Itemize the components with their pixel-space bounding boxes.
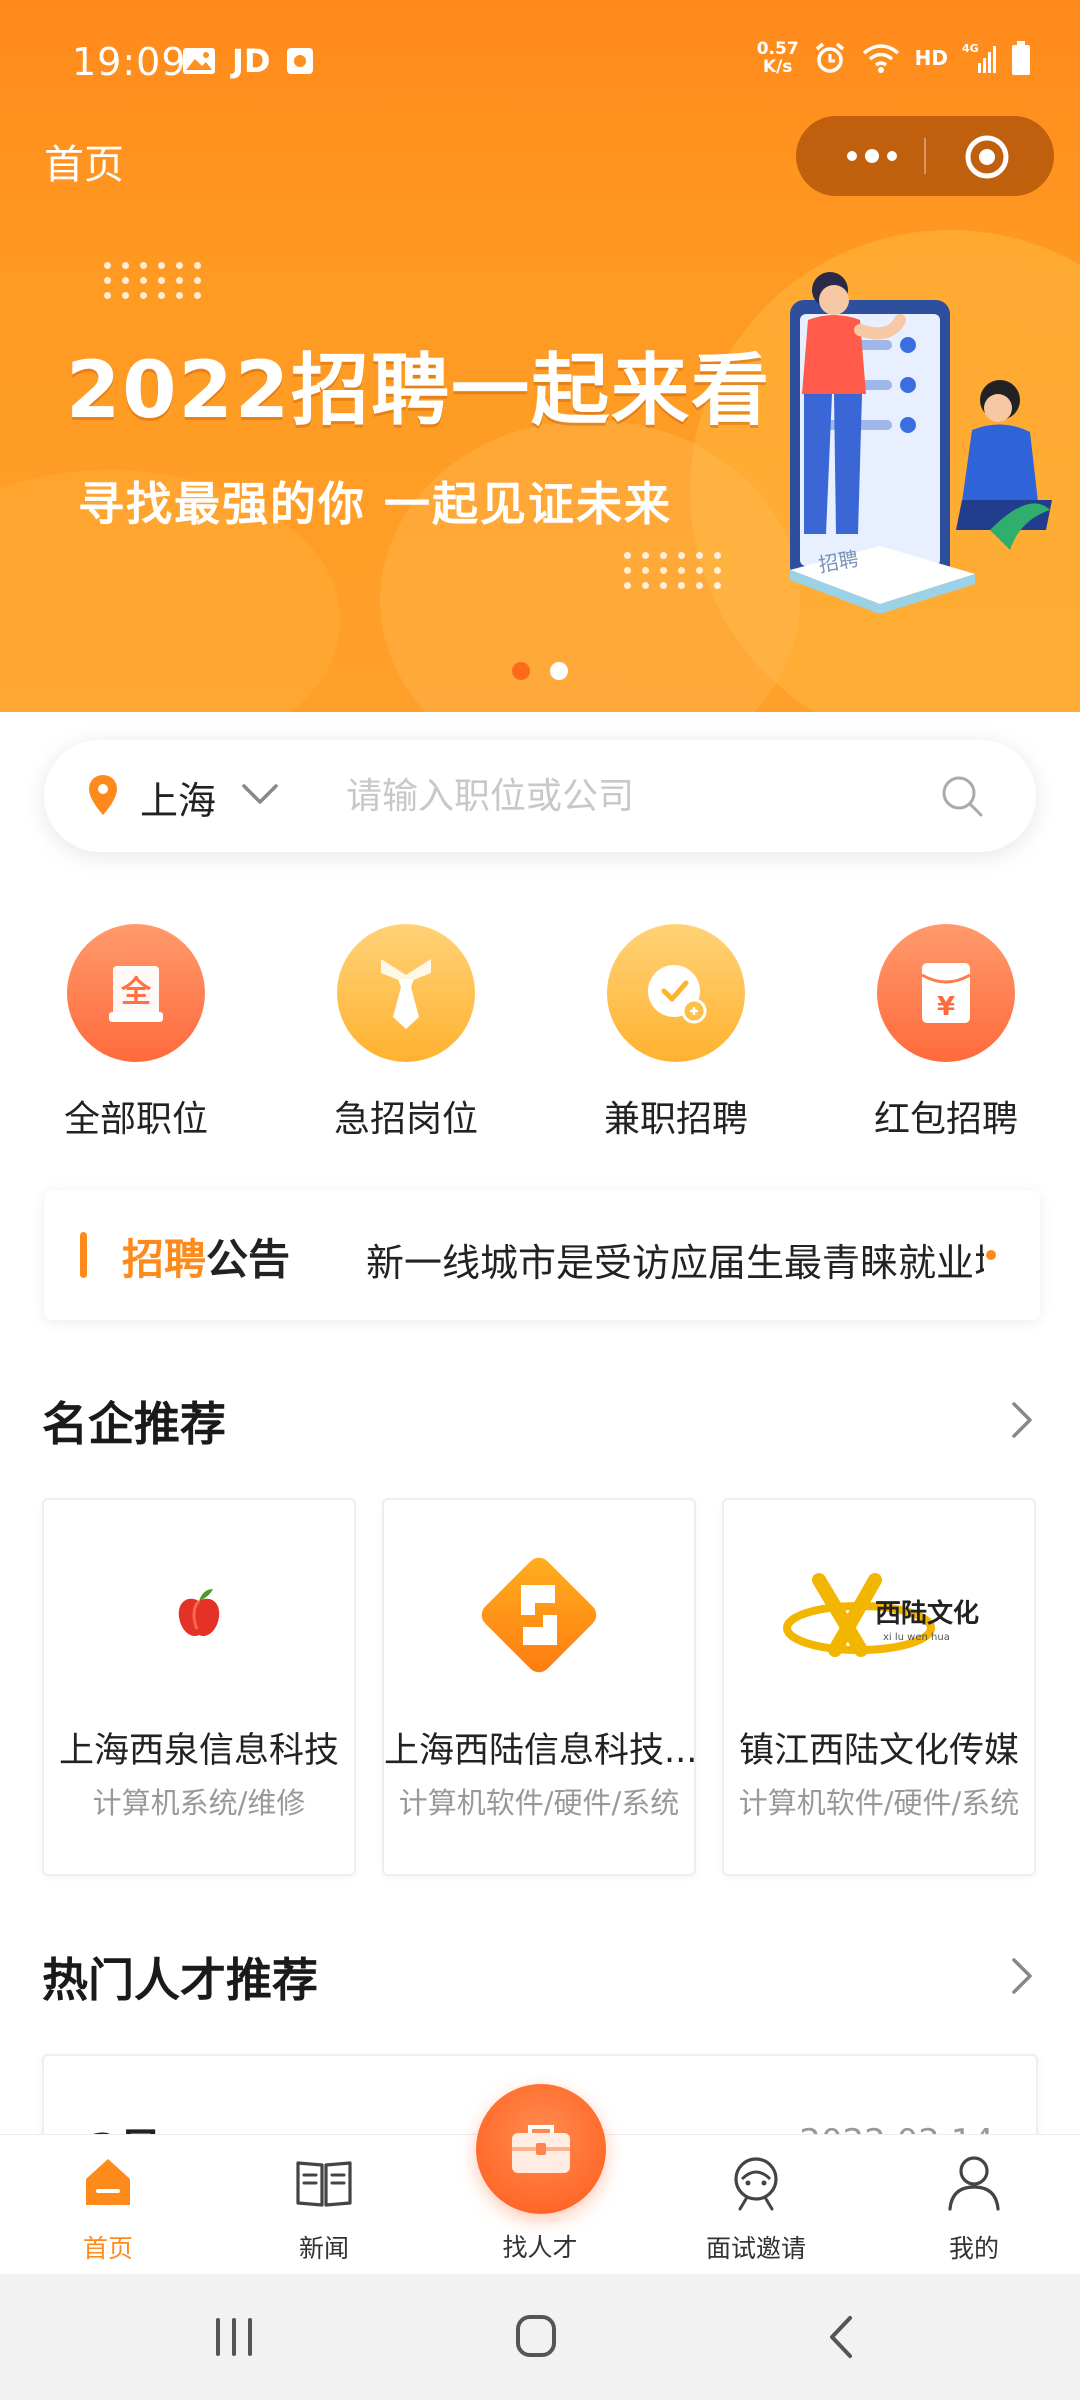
svg-text:xi lu wen hua: xi lu wen hua — [883, 1632, 950, 1643]
category-all-jobs[interactable]: 全 全部职位 — [26, 920, 246, 1150]
close-mini-program-icon[interactable] — [962, 132, 1012, 182]
company-industry: 计算机系统/维修 — [92, 1786, 306, 1820]
company-card[interactable]: 上海西陆信息科技... 计算机软件/硬件/系统 — [382, 1498, 696, 1876]
svg-text:4G: 4G — [962, 42, 979, 55]
banner-title: 2022招聘一起来看 — [66, 346, 772, 436]
pager-dot[interactable] — [550, 662, 568, 680]
recruitment-illustration: 招聘 — [790, 272, 1052, 614]
profile-icon — [948, 2156, 1000, 2211]
tie-icon — [337, 924, 475, 1062]
svg-text:西陆文化: 西陆文化 — [875, 1598, 979, 1629]
category-label: 全部职位 — [63, 1099, 208, 1140]
section-title-featured: 名企推荐 — [42, 1397, 226, 1451]
jd-icon: JD — [232, 42, 271, 80]
company-card[interactable]: 西陆文化 xi lu wen hua 镇江西陆文化传媒 计算机软件/硬件/系统 — [722, 1498, 1036, 1876]
hd-label: HD — [914, 46, 948, 70]
svg-text:¥: ¥ — [937, 992, 955, 1022]
decor-dots — [104, 262, 204, 299]
notice-accent — [80, 1232, 87, 1278]
notice-indicator — [986, 1250, 996, 1260]
search-icon[interactable] — [940, 774, 984, 818]
category-part-time[interactable]: 兼职招聘 — [566, 920, 786, 1150]
recent-apps-icon[interactable] — [204, 2310, 264, 2364]
chevron-right-icon[interactable] — [1008, 1954, 1038, 1998]
category-label: 兼职招聘 — [603, 1099, 748, 1140]
company-name: 上海西泉信息科技 — [58, 1731, 339, 1771]
red-envelope-icon: ¥ — [877, 924, 1015, 1062]
battery-icon — [1012, 41, 1030, 75]
status-time: 19:09 — [72, 40, 187, 84]
section-title-talent: 热门人才推荐 — [42, 1953, 318, 2007]
company-name: 镇江西陆文化传媒 — [738, 1731, 1019, 1771]
banner-subtitle: 寻找最强的你 一起见证未来 — [78, 477, 673, 531]
announcement-bar[interactable]: 招聘公告 新一线城市是受访应届生最青睐就业城市 — [44, 1190, 1040, 1320]
page-title: 首页 — [44, 142, 124, 188]
company-name: 上海西陆信息科技... — [384, 1731, 694, 1771]
notice-title: 招聘公告 — [122, 1235, 291, 1284]
xilu-culture-logo: 西陆文化 xi lu wen hua — [724, 1540, 1034, 1690]
image-icon — [183, 48, 215, 74]
tab-news[interactable]: 新闻 — [234, 2135, 414, 2275]
pager-dot[interactable] — [512, 662, 530, 680]
interview-icon — [734, 2157, 778, 2211]
company-card[interactable]: 上海西泉信息科技 计算机系统/维修 — [42, 1498, 356, 1876]
briefcase-icon — [512, 2125, 570, 2173]
news-book-icon — [296, 2161, 352, 2207]
mini-program-capsule — [796, 116, 1054, 196]
all-jobs-icon: 全 — [67, 924, 205, 1062]
tab-profile[interactable]: 我的 — [884, 2135, 1064, 2275]
category-row: 全 全部职位 急招岗位 兼职招聘 ¥ 红包招聘 — [0, 920, 1080, 1150]
signal-icon: 4G — [962, 42, 996, 73]
category-label: 红包招聘 — [873, 1099, 1018, 1140]
notice-text[interactable]: 新一线城市是受访应届生最青睐就业城市 — [366, 1232, 984, 1287]
company-industry: 计算机软件/硬件/系统 — [398, 1786, 680, 1820]
clock-icon — [607, 924, 745, 1062]
home-button-icon[interactable] — [506, 2310, 566, 2364]
system-navigation-bar — [0, 2274, 1080, 2400]
network-speed: 0.57 K/s — [756, 39, 799, 77]
wifi-icon — [862, 44, 899, 73]
chevron-right-icon[interactable] — [1008, 1398, 1038, 1442]
tab-find-talent-label: 找人才 — [502, 2233, 578, 2262]
screen-record-icon — [287, 48, 314, 74]
tab-find-talent[interactable] — [476, 2084, 606, 2214]
city-selector[interactable]: 上海 — [140, 770, 216, 825]
search-input[interactable] — [344, 764, 944, 828]
category-label: 急招岗位 — [333, 1099, 478, 1140]
xilu-logo — [384, 1540, 694, 1690]
top-banner[interactable]: 19:09 JD 0.57 K/s HD 4G 首页 2022招聘一起来看 寻找… — [0, 0, 1080, 712]
category-red-envelope[interactable]: ¥ 红包招聘 — [836, 920, 1056, 1150]
status-bar: 19:09 JD 0.57 K/s HD 4G — [0, 0, 1080, 120]
apple-logo — [44, 1540, 354, 1690]
alarm-icon — [815, 42, 844, 73]
more-options-button[interactable] — [832, 136, 912, 176]
tab-interview[interactable]: 面试邀请 — [666, 2135, 846, 2275]
home-icon — [86, 2159, 130, 2205]
svg-text:全: 全 — [120, 975, 152, 1010]
banner-pager — [512, 662, 568, 680]
tab-home[interactable]: 首页 — [18, 2135, 198, 2275]
back-icon[interactable] — [812, 2310, 872, 2364]
category-urgent[interactable]: 急招岗位 — [296, 920, 516, 1150]
search-bar: 上海 — [44, 740, 1036, 852]
chevron-down-icon[interactable] — [240, 776, 280, 812]
location-pin-icon — [89, 775, 117, 815]
company-industry: 计算机软件/硬件/系统 — [738, 1786, 1020, 1820]
